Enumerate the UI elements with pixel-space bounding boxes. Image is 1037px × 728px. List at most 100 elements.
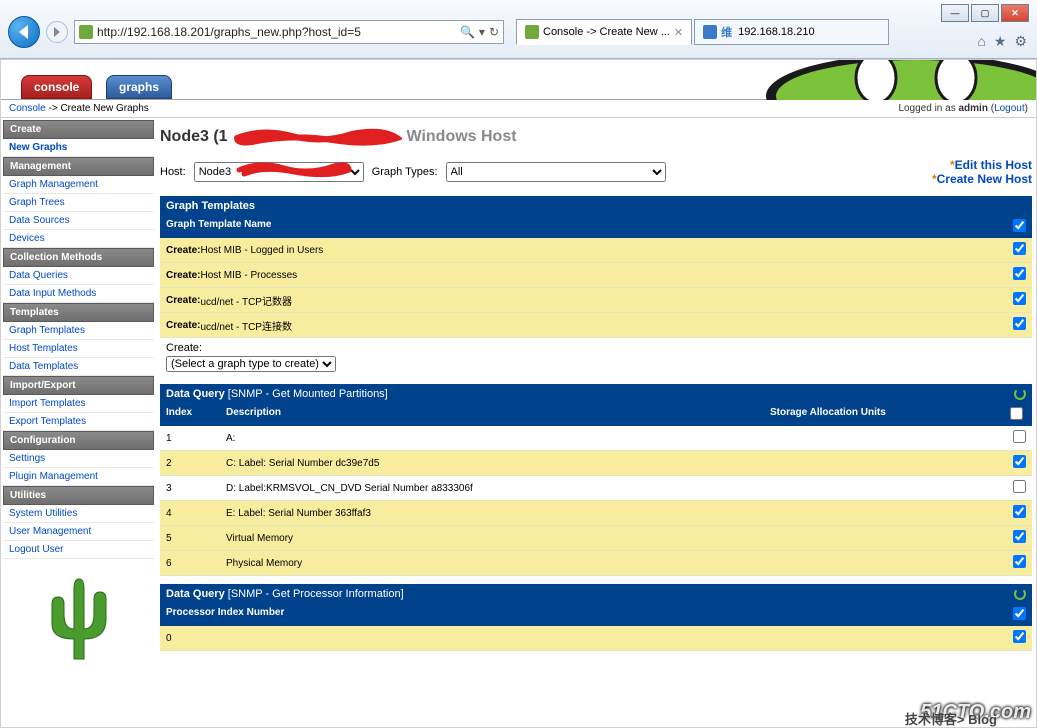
- address-buttons: 🔍 ▾ ↻: [460, 25, 499, 39]
- row-checkbox[interactable]: [1013, 530, 1026, 543]
- row-checkbox[interactable]: [1013, 480, 1026, 493]
- tab-favicon-icon: [703, 25, 717, 39]
- select-all-checkbox[interactable]: [1013, 607, 1026, 620]
- graph-template-row[interactable]: Create: Host MIB - Processes: [160, 263, 1032, 288]
- select-all-checkbox[interactable]: [1013, 219, 1026, 232]
- tab-close-icon[interactable]: ✕: [674, 26, 683, 39]
- graph-types-select[interactable]: All: [446, 162, 666, 182]
- sidebar-devices[interactable]: Devices: [3, 230, 154, 248]
- tab-badge: 维: [721, 24, 732, 40]
- close-button[interactable]: ✕: [1001, 4, 1029, 22]
- sidebar-data-queries[interactable]: Data Queries: [3, 267, 154, 285]
- dq1-row[interactable]: 2C: Label: Serial Number dc39e7d5: [160, 451, 1032, 476]
- row-checkbox[interactable]: [1013, 630, 1026, 643]
- dq2-row[interactable]: 0: [160, 626, 1032, 651]
- breadcrumb-sep: ->: [48, 103, 57, 114]
- sidebar-import-templates[interactable]: Import Templates: [3, 395, 154, 413]
- browser-tabs: Console -> Create New ... ✕ 维 192.168.18…: [516, 19, 889, 45]
- page-title: Node3 (1 Windows Host: [160, 126, 1032, 148]
- breadcrumb-current: Create New Graphs: [60, 103, 148, 114]
- dq1-row[interactable]: 5Virtual Memory: [160, 526, 1032, 551]
- breadcrumb-console[interactable]: Console: [9, 103, 46, 114]
- app-header: console graphs: [1, 60, 1036, 100]
- sidebar-user-management[interactable]: User Management: [3, 523, 154, 541]
- sidebar-new-graphs[interactable]: New Graphs: [3, 139, 154, 157]
- dq1-row[interactable]: 3D: Label:KRMSVOL_CN_DVD Serial Number a…: [160, 476, 1032, 501]
- logout-link[interactable]: Logout: [994, 103, 1025, 114]
- row-checkbox[interactable]: [1013, 505, 1026, 518]
- search-icon[interactable]: 🔍: [460, 25, 475, 39]
- forward-button[interactable]: [46, 21, 68, 43]
- dq2-columns: Processor Index Number: [160, 604, 1032, 626]
- back-button[interactable]: [8, 16, 40, 48]
- page: console graphs Console -> Create New Gra…: [0, 59, 1037, 728]
- sidebar-data-input-methods[interactable]: Data Input Methods: [3, 285, 154, 303]
- tab-second[interactable]: 维 192.168.18.210: [694, 19, 889, 45]
- url-text: http://192.168.18.201/graphs_new.php?hos…: [97, 25, 456, 39]
- row-checkbox[interactable]: [1013, 242, 1026, 255]
- create-host-link[interactable]: *Create New Host: [932, 172, 1032, 186]
- browser-chrome: — ▢ ✕ http://192.168.18.201/graphs_new.p…: [0, 0, 1037, 59]
- host-select[interactable]: Node3: [194, 162, 364, 182]
- row-checkbox[interactable]: [1013, 430, 1026, 443]
- host-label: Host:: [160, 166, 186, 178]
- sidebar-data-templates[interactable]: Data Templates: [3, 358, 154, 376]
- sidebar-graph-management[interactable]: Graph Management: [3, 176, 154, 194]
- console-tab[interactable]: console: [21, 75, 92, 99]
- dq1-columns: Index Description Storage Allocation Uni…: [160, 404, 1032, 426]
- graph-templates-header: Graph Templates: [160, 196, 1032, 216]
- tab-label: 192.168.18.210: [738, 26, 814, 38]
- edit-host-link[interactable]: *Edit this Host: [932, 158, 1032, 172]
- tab-favicon-icon: [525, 25, 539, 39]
- select-all-checkbox[interactable]: [1010, 407, 1023, 420]
- row-checkbox[interactable]: [1013, 555, 1026, 568]
- site-icon: [79, 25, 93, 39]
- row-checkbox[interactable]: [1013, 317, 1026, 330]
- favorites-icon[interactable]: ★: [994, 33, 1007, 50]
- window-controls: — ▢ ✕: [941, 4, 1029, 22]
- sidebar-settings[interactable]: Settings: [3, 450, 154, 468]
- graph-types-label: Graph Types:: [372, 166, 438, 178]
- address-bar[interactable]: http://192.168.18.201/graphs_new.php?hos…: [74, 20, 504, 44]
- dq1-row[interactable]: 1A:: [160, 426, 1032, 451]
- gear-icon[interactable]: ⚙: [1014, 33, 1027, 50]
- tab-cacti[interactable]: Console -> Create New ... ✕: [516, 19, 692, 45]
- dq1-row[interactable]: 6Physical Memory: [160, 551, 1032, 576]
- side-head-configuration: Configuration: [3, 431, 154, 450]
- side-head-management: Management: [3, 157, 154, 176]
- refresh-icon[interactable]: ↻: [489, 25, 499, 39]
- sidebar: Create New Graphs Management Graph Manag…: [1, 118, 156, 681]
- dropdown-icon[interactable]: ▾: [479, 25, 485, 39]
- create-graph-select[interactable]: (Select a graph type to create): [166, 356, 336, 372]
- graph-template-row[interactable]: Create: ucd/net - TCP连接数: [160, 313, 1032, 338]
- refresh-icon[interactable]: [1014, 388, 1026, 400]
- maximize-button[interactable]: ▢: [971, 4, 999, 22]
- row-checkbox[interactable]: [1013, 455, 1026, 468]
- create-graph-row: Create: (Select a graph type to create): [160, 338, 1032, 376]
- dq1-row[interactable]: 4E: Label: Serial Number 363ffaf3: [160, 501, 1032, 526]
- cactus-icon: [44, 569, 114, 669]
- cacti-logo-decor: [636, 59, 1036, 100]
- refresh-icon[interactable]: [1014, 588, 1026, 600]
- sidebar-plugin-management[interactable]: Plugin Management: [3, 468, 154, 486]
- sidebar-system-utilities[interactable]: System Utilities: [3, 505, 154, 523]
- sidebar-data-sources[interactable]: Data Sources: [3, 212, 154, 230]
- sidebar-logout-user[interactable]: Logout User: [3, 541, 154, 559]
- sidebar-graph-templates[interactable]: Graph Templates: [3, 322, 154, 340]
- side-head-import-export: Import/Export: [3, 376, 154, 395]
- host-selector-row: Host: Node3 Graph Types: All *Edit this …: [160, 158, 1032, 186]
- side-head-create: Create: [3, 120, 154, 139]
- breadcrumb: Console -> Create New Graphs Logged in a…: [1, 100, 1036, 118]
- sidebar-graph-trees[interactable]: Graph Trees: [3, 194, 154, 212]
- row-checkbox[interactable]: [1013, 267, 1026, 280]
- graph-template-row[interactable]: Create: ucd/net - TCP记数器: [160, 288, 1032, 313]
- home-icon[interactable]: ⌂: [977, 33, 985, 50]
- watermark-cn: 技术博客> Blog: [905, 709, 997, 728]
- graph-template-row[interactable]: Create: Host MIB - Logged in Users: [160, 238, 1032, 263]
- row-checkbox[interactable]: [1013, 292, 1026, 305]
- graphs-tab[interactable]: graphs: [106, 75, 172, 99]
- redacted-scribble: [232, 126, 402, 148]
- sidebar-host-templates[interactable]: Host Templates: [3, 340, 154, 358]
- sidebar-export-templates[interactable]: Export Templates: [3, 413, 154, 431]
- minimize-button[interactable]: —: [941, 4, 969, 22]
